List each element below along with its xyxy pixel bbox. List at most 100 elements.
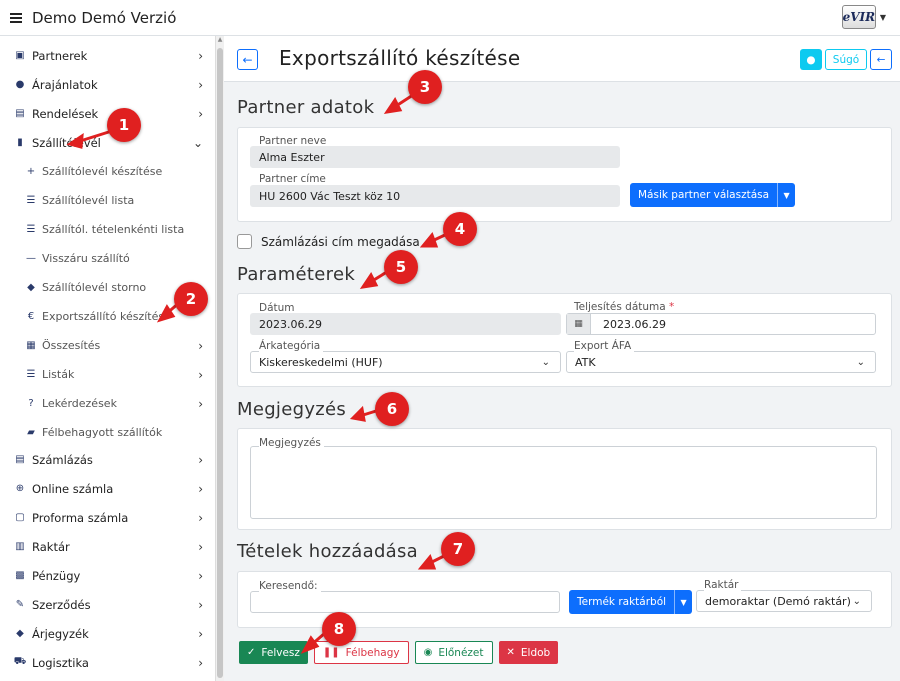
check-icon: ✓ [247,647,256,658]
sidebar-item-arajanlatok[interactable]: ● Árajánlatok › [0,70,215,99]
help-button[interactable]: Súgó [825,49,867,70]
fulfil-date-value: 2023.06.29 [603,317,666,331]
section-title-params: Paraméterek [237,264,356,285]
sidebar-item-penzugy[interactable]: ▩ Pénzügy › [0,561,215,590]
price-category-label: Árkategória [259,340,324,352]
app-title: Demo Demó Verzió [32,8,177,27]
export-vat-select[interactable]: ATK ⌄ [566,351,876,373]
sidebar-subitem-visszaru[interactable]: — Visszáru szállító [0,244,215,273]
caret-down-icon[interactable]: ▼ [777,183,795,207]
partner-address-label: Partner címe [259,173,326,185]
section-title-note: Megjegyzés [237,399,347,420]
chevron-right-icon: › [198,481,203,496]
sidebar-item-logisztika[interactable]: ⛟ Logisztika › [0,648,215,677]
callout-marker-3: 3 [408,70,442,104]
chevron-down-icon: ⌄ [856,356,865,368]
sidebar-subitem-label: Szállítólevél storno [42,281,147,294]
page-header: ← Exportszállító készítése ● Súgó ← [224,36,900,82]
chevron-down-icon: ⌄ [852,595,861,607]
export-vat-value: ATK [575,355,596,369]
callout-marker-1: 1 [107,108,141,142]
sidebar-subitem-szallitolevel-keszitese[interactable]: + Szállítólevél készítése [0,157,215,186]
chevron-right-icon: › [198,626,203,641]
back-button[interactable]: ← [237,49,258,70]
sidebar-subitem-listak[interactable]: ☰ Listák › [0,360,215,389]
search-input[interactable] [250,591,560,613]
warehouse-select[interactable]: demoraktar (Demó raktár) ⌄ [696,590,872,612]
product-from-warehouse-button[interactable]: Termék raktárból ▼ [569,590,693,614]
app-logo: eVIR [841,5,876,29]
pause-icon: ❚❚ [322,647,340,658]
sidebar-item-label: Árajánlatok [32,77,98,92]
chat-button[interactable]: ● [800,49,822,70]
chevron-right-icon: › [198,77,203,92]
search-label: Keresendő: [259,580,321,592]
note-textarea[interactable] [250,446,877,519]
sidebar-subitem-tetelenkenti-lista[interactable]: ☰ Szállítól. tételenkénti lista [0,215,215,244]
list-icon: ☰ [26,195,36,206]
partner-address-field[interactable]: HU 2600 Vác Teszt köz 10 [250,185,620,207]
chevron-right-icon: › [198,106,203,121]
sidebar-item-label: Pénzügy [32,568,81,583]
calendar-icon[interactable]: ▦ [567,314,591,334]
discard-button[interactable]: ✕ Eldob [498,641,559,664]
plus-icon: + [26,166,36,177]
note-card: Megjegyzés [237,428,892,530]
price-category-select[interactable]: Kiskereskedelmi (HUF) ⌄ [250,351,561,373]
sidebar-item-proforma[interactable]: ▢ Proforma számla › [0,503,215,532]
sidebar-item-arjegyzek[interactable]: ◆ Árjegyzék › [0,619,215,648]
other-partner-button[interactable]: Másik partner választása ▼ [630,183,796,207]
eye-icon: ◉ [423,647,433,658]
users-icon: ● [15,79,25,90]
scroll-up-icon[interactable]: ▲ [216,36,224,46]
partner-name-field[interactable]: Alma Eszter [250,146,620,168]
sidebar-item-online-szamla[interactable]: ⊕ Online számla › [0,474,215,503]
sidebar-scrollbar[interactable]: ▲ [215,36,224,681]
pause-button[interactable]: ❚❚ Félbehagy [313,641,409,664]
sidebar-item-label: Számlázás [32,452,93,467]
main-content: ← Exportszállító készítése ● Súgó ← Part… [224,36,900,681]
sidebar-subitem-osszesites[interactable]: ▦ Összesítés › [0,331,215,360]
sidebar-subitem-szallitolevel-lista[interactable]: ☰ Szállítólevél lista [0,186,215,215]
scrollbar-thumb[interactable] [217,48,223,678]
contract-icon: ✎ [15,599,25,610]
save-button[interactable]: ✓ Felvesz [239,641,308,664]
sidebar-item-raktar[interactable]: ▥ Raktár › [0,532,215,561]
close-icon: ✕ [506,647,515,658]
preview-button[interactable]: ◉ Előnézet [414,641,493,664]
arrow-left-icon: ← [242,52,253,67]
sidebar-item-partnerek[interactable]: ▣ Partnerek › [0,41,215,70]
chevron-down-icon: ⌄ [192,135,203,150]
return-button[interactable]: ← [870,49,892,70]
sidebar-subitem-lekerdezesek[interactable]: ? Lekérdezések › [0,389,215,418]
chevron-down-icon: ⌄ [541,356,550,368]
caret-down-icon[interactable]: ▼ [674,590,692,614]
list-icon: ☰ [26,369,36,380]
truck-icon: ⛟ [13,656,27,667]
required-marker: * [669,301,675,313]
money-icon: ▩ [15,570,25,581]
sidebar-item-label: Online számla [32,481,114,496]
sidebar-subitem-felbehagyott[interactable]: ▰ Félbehagyott szállítók [0,418,215,447]
sidebar-item-szallitolevel[interactable]: ▮ Szállítólevél ⌄ [0,128,215,157]
params-card: 2023.06.29 Dátum ▦ 2023.06.29 Teljesítés… [237,293,892,387]
billing-address-toggle[interactable]: Számlázási cím megadása [237,234,420,249]
fulfil-date-field[interactable]: ▦ 2023.06.29 [566,313,876,335]
sidebar-subitem-label: Lekérdezések [42,397,117,410]
sidebar-item-label: Árjegyzék [32,626,89,641]
chevron-right-icon: › [198,367,203,382]
sidebar-item-szerzodes[interactable]: ✎ Szerződés › [0,590,215,619]
billing-address-checkbox[interactable] [237,234,252,249]
callout-marker-7: 7 [441,532,475,566]
arrow-left-icon: ← [876,53,886,66]
sidebar-subitem-label: Szállítólevél készítése [42,165,163,178]
save-label: Felvesz [261,646,300,659]
sidebar-item-szamlazas[interactable]: ▤ Számlázás › [0,445,215,474]
hamburger-menu-icon[interactable] [10,12,22,23]
partner-name-label: Partner neve [259,135,327,147]
date-field[interactable]: 2023.06.29 [250,313,561,335]
chevron-right-icon: › [198,452,203,467]
logo-menu[interactable]: eVIR ▼ [841,5,886,29]
tag-icon: ◆ [16,628,24,639]
id-card-icon: ▣ [15,50,25,61]
